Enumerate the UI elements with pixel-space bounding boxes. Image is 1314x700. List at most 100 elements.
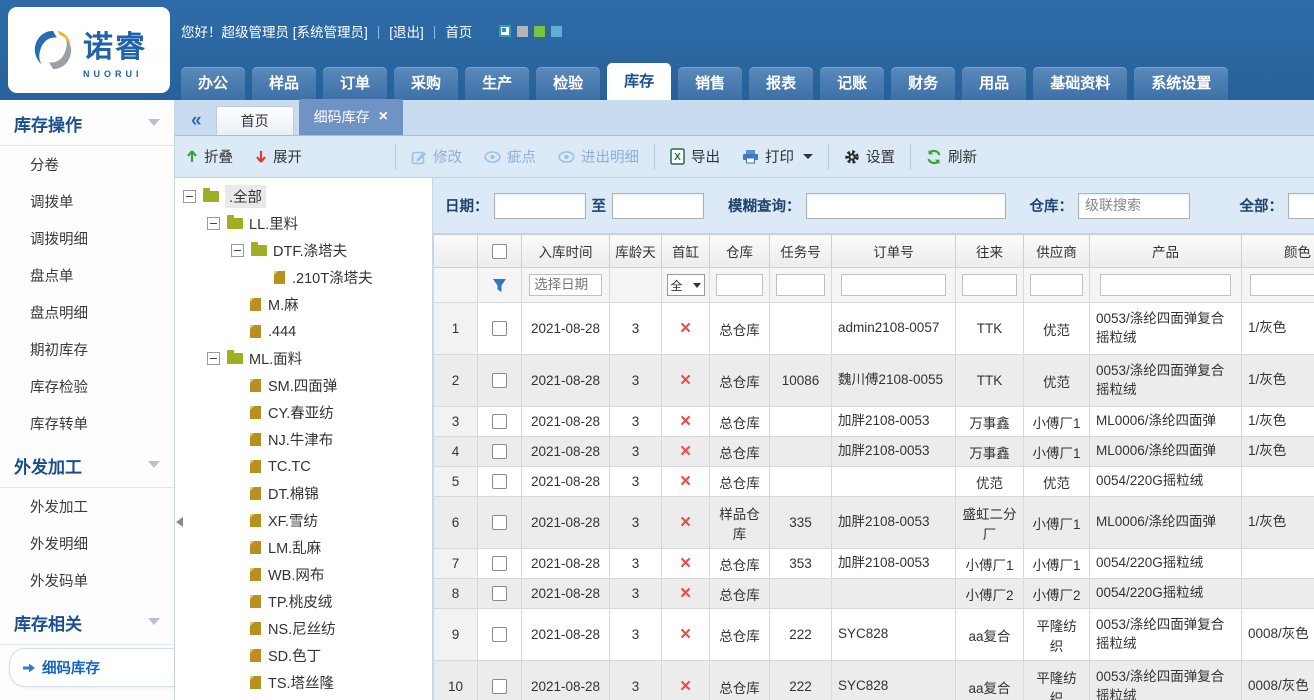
table-row[interactable]: 72021-08-283×总仓库353加胖2108-0053小傅厂1小傅厂100… [434,549,1314,579]
filter-task-input[interactable] [776,274,825,296]
funnel-icon[interactable] [492,278,507,293]
col-select[interactable] [478,235,522,268]
filter-date-input[interactable] [529,274,602,296]
sidebar-item-0-5[interactable]: 期初库存 [0,331,174,368]
filter-contact-input[interactable] [962,274,1016,296]
table-row[interactable]: 62021-08-283×样品仓库335加胖2108-0053盛虹二分厂小傅厂1… [434,497,1314,549]
filter-first-vat-cell[interactable]: 全 [662,268,710,303]
nav-tab-finance[interactable]: 财务 [891,67,955,100]
table-row[interactable]: 92021-08-283×总仓库222SYC828aa复合平隆纺织0053/涤纶… [434,609,1314,661]
table-row[interactable]: 12021-08-283×总仓库admin2108-0057TTK优范0053/… [434,303,1314,355]
sidebar-section-inventory-ops[interactable]: 库存操作 [0,100,174,146]
col-order-no[interactable]: 订单号 [832,235,956,268]
filter-warehouse-cell[interactable] [710,268,770,303]
table-row[interactable]: 32021-08-283×总仓库加胖2108-0053万事鑫小傅厂1ML0006… [434,407,1314,437]
skin-swatch-3-icon[interactable] [534,26,545,37]
filter-order-cell[interactable] [832,268,956,303]
tree-node[interactable]: TC.TC [175,453,432,480]
tree-expand-toggle[interactable] [231,244,244,257]
date-from-input[interactable] [494,193,586,219]
row-select-cell[interactable] [478,549,522,579]
tree-node[interactable]: LM.乱麻 [175,534,432,561]
col-contact[interactable]: 往来 [956,235,1024,268]
close-icon[interactable]: × [379,108,388,126]
col-task-no[interactable]: 任务号 [770,235,832,268]
filter-supplier-input[interactable] [1030,274,1082,296]
row-checkbox[interactable] [492,627,507,642]
table-row[interactable]: 22021-08-283×总仓库10086魏川傅2108-0055TTK优范00… [434,355,1314,407]
tree-node[interactable]: LL.里料 [175,210,432,237]
col-color[interactable]: 颜色 [1242,235,1314,268]
panel-collapse-handle[interactable] [176,517,183,527]
sidebar-item-0-0[interactable]: 分卷 [0,146,174,183]
skin-swatch-2-icon[interactable] [517,26,528,37]
tree-node[interactable]: SD.色丁 [175,642,432,669]
col-stock-age[interactable]: 库龄天 [610,235,662,268]
row-checkbox[interactable] [492,321,507,336]
tab-fine-code-stock[interactable]: 细码库存 × [299,99,403,135]
tree-node[interactable]: MM.棉麻 [175,696,432,700]
col-warehouse[interactable]: 仓库 [710,235,770,268]
sidebar-item-1-0[interactable]: 外发加工 [0,488,174,525]
filter-first-vat-select[interactable]: 全 [667,274,705,296]
filter-color-cell[interactable] [1242,268,1314,303]
row-checkbox[interactable] [492,515,507,530]
select-all-checkbox[interactable] [492,244,507,259]
sidebar-item-0-3[interactable]: 盘点单 [0,257,174,294]
filter-order-input[interactable] [841,274,947,296]
col-in-date[interactable]: 入库时间 [522,235,610,268]
tree-expand-toggle[interactable] [207,352,220,365]
table-row[interactable]: 102021-08-283×总仓库222SYC828aa复合平隆纺织0053/涤… [434,661,1314,700]
table-row[interactable]: 42021-08-283×总仓库加胖2108-0053万事鑫小傅厂1ML0006… [434,437,1314,467]
row-select-cell[interactable] [478,437,522,467]
home-link[interactable]: 首页 [445,21,472,41]
nav-tab-settings[interactable]: 系统设置 [1134,67,1228,100]
row-select-cell[interactable] [478,579,522,609]
sidebar-item-0-2[interactable]: 调拨明细 [0,220,174,257]
fuzzy-search-input[interactable] [806,193,1006,219]
print-button[interactable]: 打印 [731,146,824,167]
tree-node[interactable]: .444 [175,318,432,345]
tree-node[interactable]: NJ.牛津布 [175,426,432,453]
nav-tab-bookkeep[interactable]: 记账 [820,67,884,100]
tree-expand-toggle[interactable] [207,217,220,230]
row-select-cell[interactable] [478,497,522,549]
sidebar-item-0-4[interactable]: 盘点明细 [0,294,174,331]
collapse-button[interactable]: 折叠 [175,146,244,167]
row-checkbox[interactable] [492,679,507,694]
filter-warehouse-input[interactable] [716,274,763,296]
row-checkbox[interactable] [492,373,507,388]
warehouse-search-input[interactable] [1078,193,1190,219]
nav-tab-inventory[interactable]: 库存 [607,63,671,100]
date-to-input[interactable] [612,193,704,219]
row-select-cell[interactable] [478,407,522,437]
inout-detail-button[interactable]: 进出明细 [547,146,650,167]
col-product[interactable]: 产品 [1090,235,1242,268]
filter-date-cell[interactable] [522,268,610,303]
col-supplier[interactable]: 供应商 [1024,235,1090,268]
tree-node[interactable]: XF.雪纺 [175,507,432,534]
settings-button[interactable]: 设置 [833,146,906,167]
filter-product-cell[interactable] [1090,268,1242,303]
tree-node[interactable]: ML.面料 [175,345,432,372]
export-button[interactable]: X 导出 [659,146,731,167]
sidebar-item-0-6[interactable]: 库存检验 [0,368,174,405]
tree-node[interactable]: NS.尼丝纺 [175,615,432,642]
tree-expand-toggle[interactable] [183,190,196,203]
tree-node[interactable]: WB.网布 [175,561,432,588]
skin-swatch-1-icon[interactable] [499,25,511,37]
tree-node[interactable]: DTF.涤塔夫 [175,237,432,264]
row-checkbox[interactable] [492,586,507,601]
expand-button[interactable]: 展开 [244,146,313,167]
tree-node[interactable]: CY.春亚纺 [175,399,432,426]
nav-tab-supplies[interactable]: 用品 [962,67,1026,100]
sidebar-item-1-1[interactable]: 外发明细 [0,525,174,562]
nav-tab-sample[interactable]: 样品 [252,67,316,100]
filter-color-input[interactable] [1250,274,1314,296]
row-checkbox[interactable] [492,474,507,489]
row-select-cell[interactable] [478,355,522,407]
nav-tab-basedata[interactable]: 基础资料 [1033,67,1127,100]
sidebar-item-1-2[interactable]: 外发码单 [0,562,174,599]
col-first-vat[interactable]: 首缸 [662,235,710,268]
row-select-cell[interactable] [478,467,522,497]
